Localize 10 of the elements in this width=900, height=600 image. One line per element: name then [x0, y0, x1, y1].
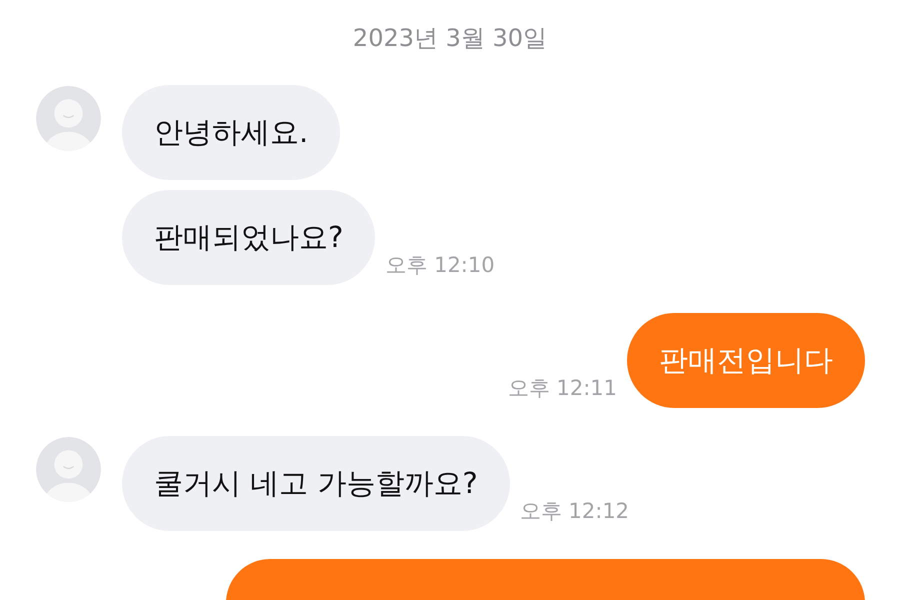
avatar-icon[interactable] — [35, 85, 102, 152]
message-time: 오후 12:11 — [508, 375, 617, 402]
message-bubble: 안녕하세요. — [122, 85, 340, 180]
message-bubble: 쿨거시 네고 가능할까요? — [122, 436, 510, 531]
message-time: 오후 12:10 — [385, 252, 495, 279]
message-bubble: 판매되었나요? — [122, 190, 376, 285]
date-label: 2023년 3월 30일 — [352, 23, 548, 54]
message-bubble: 판매전입니다 — [627, 313, 865, 408]
avatar-icon[interactable] — [35, 436, 102, 503]
message-time: 오후 12:12 — [520, 498, 630, 525]
